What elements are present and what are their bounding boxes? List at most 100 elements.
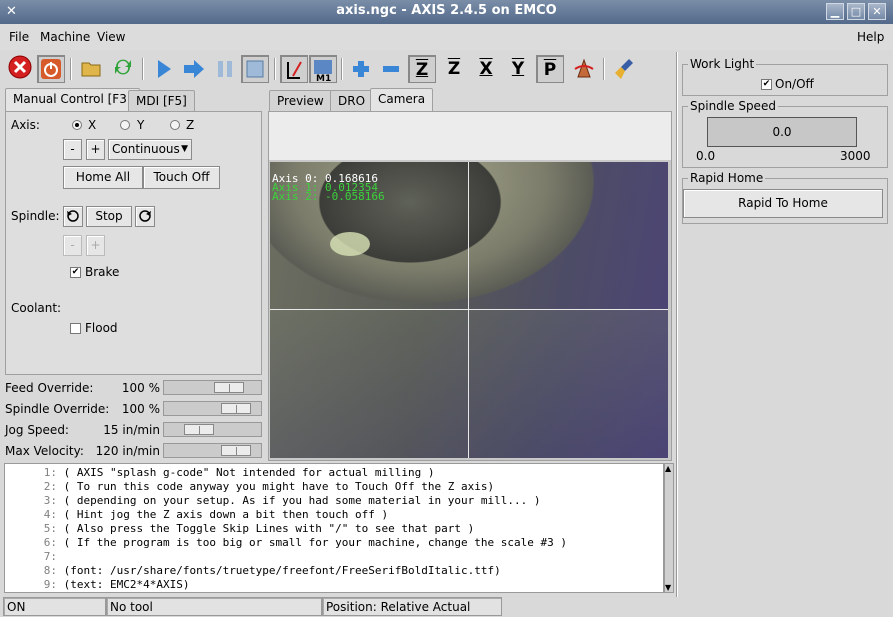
- tab-preview[interactable]: Preview: [269, 90, 332, 112]
- pause-icon[interactable]: [211, 55, 239, 83]
- gcode-line[interactable]: 8: (font: /usr/share/fonts/truetype/free…: [5, 564, 501, 577]
- gcode-line-number: 1:: [43, 466, 57, 479]
- gcode-line[interactable]: 7:: [5, 550, 64, 563]
- feed-override-value: 100 %: [121, 381, 160, 395]
- menu-view[interactable]: View: [97, 30, 125, 44]
- menu-bar: File Machine View Help: [0, 24, 893, 50]
- jog-speed-slider[interactable]: [163, 422, 262, 437]
- jog-mode-select[interactable]: Continuous ▼: [108, 139, 192, 160]
- open-folder-icon[interactable]: [78, 55, 106, 83]
- status-position: Position: Relative Actual: [322, 597, 502, 616]
- gcode-line[interactable]: 5: ( Also press the Toggle Skip Lines wi…: [5, 522, 474, 535]
- rapid-home-title: Rapid Home: [688, 171, 766, 185]
- skip-lines-icon[interactable]: [280, 55, 308, 83]
- manual-control-panel: Axis: X Y Z - + Continuous ▼ Home All To…: [5, 111, 262, 375]
- gcode-line-text: ( depending on your setup. As if you had…: [63, 494, 541, 507]
- home-all-button[interactable]: Home All: [63, 166, 143, 189]
- power-icon[interactable]: [37, 55, 65, 83]
- jog-speed-value: 15 in/min: [103, 423, 160, 437]
- menu-file[interactable]: File: [9, 30, 29, 44]
- spindle-decrease-button[interactable]: -: [63, 235, 82, 256]
- stop-icon[interactable]: [241, 55, 269, 83]
- flood-label: Flood: [85, 321, 118, 335]
- axis-y-radio[interactable]: [120, 120, 130, 130]
- slider-thumb[interactable]: [221, 403, 251, 414]
- pane-divider[interactable]: [676, 52, 678, 597]
- view-x-icon[interactable]: X: [472, 55, 500, 83]
- axis-z-radio[interactable]: [170, 120, 180, 130]
- override-sliders: Feed Override: 100 % Spindle Override: 1…: [0, 378, 266, 462]
- view-p-icon[interactable]: P: [536, 55, 564, 83]
- gcode-listing[interactable]: 1: ( AXIS "splash g-code" Not intended f…: [4, 463, 664, 593]
- menu-machine[interactable]: Machine: [40, 30, 90, 44]
- camera-view[interactable]: Axis 0: 0.168616 Axis 1: 0.012354 Axis 2…: [270, 162, 668, 458]
- estop-icon[interactable]: [6, 55, 34, 83]
- reload-icon[interactable]: [109, 55, 137, 83]
- tab-mdi[interactable]: MDI [F5]: [128, 90, 195, 112]
- scroll-up-icon[interactable]: ▲: [665, 464, 671, 473]
- toolbar-separator: [274, 58, 276, 80]
- step-icon[interactable]: [180, 55, 208, 83]
- slider-thumb[interactable]: [214, 382, 244, 393]
- max-velocity-slider[interactable]: [163, 443, 262, 458]
- tab-manual-control[interactable]: Manual Control [F3]: [5, 88, 140, 112]
- gcode-line-number: 5:: [43, 522, 57, 535]
- tab-camera[interactable]: Camera: [370, 88, 434, 112]
- flood-checkbox[interactable]: [70, 323, 81, 334]
- scroll-down-icon[interactable]: ▼: [665, 583, 671, 592]
- work-light-title: Work Light: [688, 57, 757, 71]
- gcode-line[interactable]: 6: ( If the program is too big or small …: [5, 536, 567, 549]
- view-z-icon[interactable]: Z: [408, 55, 436, 83]
- spindle-cw-icon[interactable]: [135, 206, 155, 227]
- zoom-out-icon[interactable]: [377, 55, 405, 83]
- gcode-scrollbar[interactable]: ▲ ▼: [664, 463, 674, 593]
- work-light-checkbox[interactable]: ✔: [761, 79, 772, 90]
- axis-y-label[interactable]: Y: [137, 118, 144, 132]
- spindle-stop-button[interactable]: Stop: [86, 206, 132, 227]
- view-y-icon[interactable]: Y: [504, 55, 532, 83]
- minimize-icon[interactable]: ▁: [826, 3, 844, 20]
- slider-thumb[interactable]: [221, 445, 251, 456]
- clear-icon[interactable]: [611, 55, 639, 83]
- maximize-icon[interactable]: □: [847, 3, 865, 20]
- axis-x-radio[interactable]: [72, 120, 82, 130]
- brake-checkbox[interactable]: ✔: [70, 267, 81, 278]
- rapid-to-home-button[interactable]: Rapid To Home: [683, 189, 883, 218]
- spindle-ccw-icon[interactable]: [63, 206, 83, 227]
- zoom-in-icon[interactable]: [347, 55, 375, 83]
- menu-help[interactable]: Help: [857, 30, 884, 44]
- view-z2-icon[interactable]: Z: [440, 55, 468, 83]
- title-bar[interactable]: ✕ axis.ngc - AXIS 2.4.5 on EMCO ▁ □ ✕: [0, 0, 893, 24]
- gcode-line[interactable]: 4: ( Hint jog the Z axis down a bit then…: [5, 508, 388, 521]
- camera-header-area: [268, 111, 672, 161]
- crosshair-vertical: [468, 162, 469, 458]
- spindle-speed-title: Spindle Speed: [688, 99, 778, 113]
- axis-x-label[interactable]: X: [88, 118, 96, 132]
- spindle-override-slider[interactable]: [163, 401, 262, 416]
- status-tool: No tool: [106, 597, 322, 616]
- jog-plus-button[interactable]: +: [86, 139, 105, 160]
- slider-thumb[interactable]: [184, 424, 214, 435]
- tab-dro[interactable]: DRO: [330, 90, 374, 112]
- close-icon[interactable]: ✕: [868, 3, 886, 20]
- gcode-line-number: 2:: [43, 480, 57, 493]
- jog-minus-button[interactable]: -: [63, 139, 82, 160]
- gcode-line[interactable]: 1: ( AXIS "splash g-code" Not intended f…: [5, 466, 435, 479]
- window-title: axis.ngc - AXIS 2.4.5 on EMCO: [336, 3, 557, 18]
- jog-mode-value: Continuous: [112, 142, 180, 156]
- run-icon[interactable]: [150, 55, 178, 83]
- spindle-override-label: Spindle Override:: [5, 402, 110, 416]
- gcode-line[interactable]: 2: ( To run this code anyway you might h…: [5, 480, 494, 493]
- gcode-line-text: ( If the program is too big or small for…: [63, 536, 567, 549]
- touch-off-button[interactable]: Touch Off: [143, 166, 220, 189]
- brake-label: Brake: [85, 265, 120, 279]
- gcode-line[interactable]: 9: (text: EMC2*4*AXIS): [5, 578, 190, 591]
- crosshair-horizontal: [270, 309, 668, 310]
- gcode-line[interactable]: 3: ( depending on your setup. As if you …: [5, 494, 541, 507]
- feed-override-slider[interactable]: [163, 380, 262, 395]
- rotate-icon[interactable]: [570, 55, 598, 83]
- spindle-speed-frame: Spindle Speed 0.0 0.0 3000: [682, 99, 888, 168]
- axis-z-label[interactable]: Z: [186, 118, 194, 132]
- spindle-increase-button[interactable]: +: [86, 235, 105, 256]
- optional-stop-icon[interactable]: M1: [309, 55, 337, 84]
